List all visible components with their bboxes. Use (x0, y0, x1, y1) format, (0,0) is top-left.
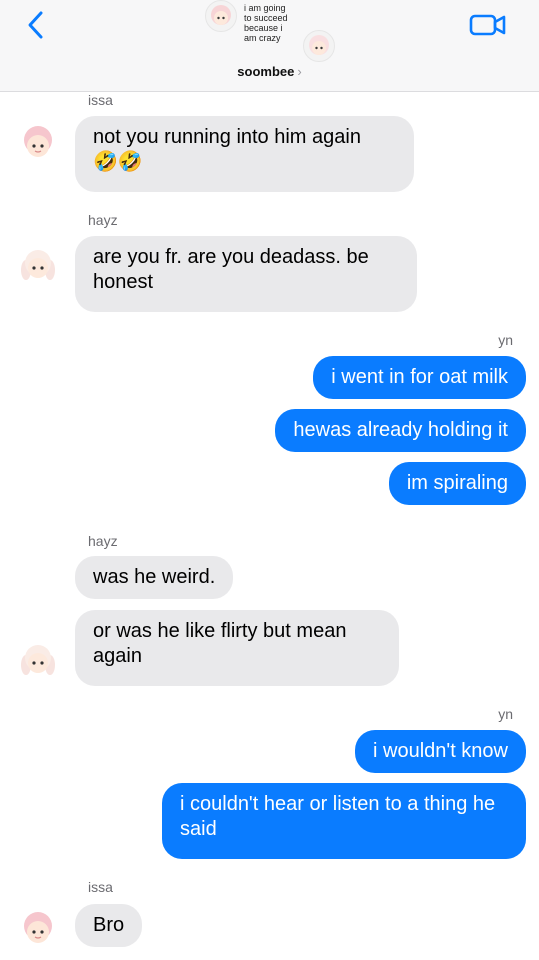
message-bubble[interactable]: not you running into him again 🤣🤣 (75, 116, 414, 192)
sender-name: hayz (88, 533, 118, 549)
memoji-avatar-icon (24, 912, 52, 943)
message-bubble[interactable]: or was he like flirty but mean again (75, 610, 399, 686)
caption-line: to succeed (244, 13, 288, 23)
message-bubble[interactable]: are you fr. are you deadass. be honest (75, 236, 417, 312)
message-bubble[interactable]: im spiraling (388, 462, 526, 505)
message-text: not you running into him again (93, 126, 361, 148)
hayz-avatar[interactable] (18, 641, 58, 681)
video-call-button[interactable] (468, 10, 508, 40)
message-text: was he weird. (93, 566, 216, 588)
message-text: i wouldn't know (373, 740, 508, 762)
message-text: hewas already holding it (293, 419, 508, 441)
memoji-avatar-icon (24, 126, 52, 157)
memoji-avatar-icon (21, 250, 55, 280)
group-member-avatar-icon (205, 0, 237, 32)
conversation-header: i am going to succeed because i am crazy… (0, 0, 539, 92)
message-text: Bro (93, 914, 125, 936)
back-chevron-icon (28, 11, 43, 39)
sender-name: yn (498, 706, 513, 722)
message-bubble[interactable]: was he weird. (75, 556, 234, 599)
conversation-title-text: soombee (237, 64, 295, 79)
caption-line: because i (244, 23, 283, 33)
message-text: im spiraling (406, 472, 508, 494)
message-text: are you fr. are you deadass. be honest (93, 246, 369, 293)
group-member-avatar-icon (303, 30, 335, 62)
video-camera-icon (469, 14, 506, 36)
caption-line: am crazy (244, 33, 281, 43)
group-photo-caption: i am going to succeed because i am crazy (244, 3, 294, 43)
issa-avatar[interactable] (18, 124, 58, 164)
sender-name: issa (88, 92, 113, 108)
laughing-emoji: 🤣🤣 (93, 151, 143, 173)
message-bubble[interactable]: hewas already holding it (275, 409, 526, 452)
memoji-avatar-icon (21, 645, 55, 675)
hayz-avatar[interactable] (18, 246, 58, 286)
message-bubble[interactable]: Bro (75, 904, 143, 947)
message-bubble[interactable]: i went in for oat milk (313, 356, 526, 399)
sender-name: issa (88, 879, 113, 895)
back-button[interactable] (18, 8, 52, 42)
caption-line: i am going (244, 3, 286, 13)
message-text: or was he like flirty but mean again (93, 620, 347, 667)
message-bubble[interactable]: i couldn't hear or listen to a thing he … (162, 783, 526, 859)
message-text: i couldn't hear or listen to a thing he … (180, 793, 496, 840)
group-avatar[interactable]: i am going to succeed because i am crazy (200, 0, 340, 64)
issa-avatar[interactable] (18, 910, 58, 950)
sender-name: hayz (88, 212, 118, 228)
conversation-title[interactable]: soombee › (0, 64, 539, 79)
message-text: i went in for oat milk (331, 366, 508, 388)
sender-name: yn (498, 332, 513, 348)
chevron-right-icon: › (297, 64, 302, 79)
message-bubble[interactable]: i wouldn't know (355, 730, 526, 773)
